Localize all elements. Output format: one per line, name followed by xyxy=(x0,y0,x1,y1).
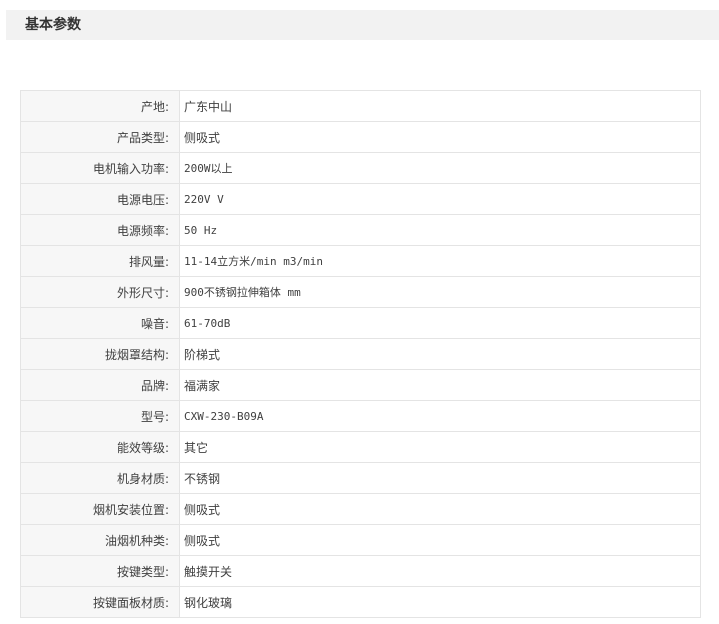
table-row: 外形尺寸: 900不锈钢拉伸箱体 mm xyxy=(20,276,701,308)
param-value: 阶梯式 xyxy=(179,338,701,370)
param-value: 侧吸式 xyxy=(179,524,701,556)
table-row: 按键类型: 触摸开关 xyxy=(20,555,701,587)
param-value: 其它 xyxy=(179,431,701,463)
param-label: 产品类型: xyxy=(20,121,180,153)
param-value: 220V V xyxy=(179,183,701,215)
table-row: 电源电压: 220V V xyxy=(20,183,701,215)
table-row: 排风量: 11-14立方米/min m3/min xyxy=(20,245,701,277)
param-label: 烟机安装位置: xyxy=(20,493,180,525)
param-label: 油烟机种类: xyxy=(20,524,180,556)
param-value: 900不锈钢拉伸箱体 mm xyxy=(179,276,701,308)
params-table: 产地: 广东中山 产品类型: 侧吸式 电机输入功率: 200W以上 电源电压: … xyxy=(20,90,701,618)
table-row: 油烟机种类: 侧吸式 xyxy=(20,524,701,556)
param-label: 按键类型: xyxy=(20,555,180,587)
param-value: 福满家 xyxy=(179,369,701,401)
param-value: 侧吸式 xyxy=(179,493,701,525)
param-value: 61-70dB xyxy=(179,307,701,339)
table-row: 电源频率: 50 Hz xyxy=(20,214,701,246)
param-label: 排风量: xyxy=(20,245,180,277)
param-label: 型号: xyxy=(20,400,180,432)
param-value: 50 Hz xyxy=(179,214,701,246)
param-label: 机身材质: xyxy=(20,462,180,494)
table-row: 品牌: 福满家 xyxy=(20,369,701,401)
param-label: 品牌: xyxy=(20,369,180,401)
param-value: 11-14立方米/min m3/min xyxy=(179,245,701,277)
param-label: 拢烟罩结构: xyxy=(20,338,180,370)
param-value: 200W以上 xyxy=(179,152,701,184)
param-label: 电机输入功率: xyxy=(20,152,180,184)
param-label: 按键面板材质: xyxy=(20,586,180,618)
table-row: 拢烟罩结构: 阶梯式 xyxy=(20,338,701,370)
table-row: 烟机安装位置: 侧吸式 xyxy=(20,493,701,525)
table-row: 电机输入功率: 200W以上 xyxy=(20,152,701,184)
table-row: 产地: 广东中山 xyxy=(20,90,701,122)
param-value: 广东中山 xyxy=(179,90,701,122)
param-value: 侧吸式 xyxy=(179,121,701,153)
param-label: 外形尺寸: xyxy=(20,276,180,308)
param-label: 电源频率: xyxy=(20,214,180,246)
param-value: CXW-230-B09A xyxy=(179,400,701,432)
section-header: 基本参数 xyxy=(6,10,719,40)
table-row: 按键面板材质: 钢化玻璃 xyxy=(20,586,701,618)
param-label: 产地: xyxy=(20,90,180,122)
param-value: 不锈钢 xyxy=(179,462,701,494)
table-row: 机身材质: 不锈钢 xyxy=(20,462,701,494)
table-row: 型号: CXW-230-B09A xyxy=(20,400,701,432)
param-value: 钢化玻璃 xyxy=(179,586,701,618)
table-row: 噪音: 61-70dB xyxy=(20,307,701,339)
table-row: 能效等级: 其它 xyxy=(20,431,701,463)
param-value: 触摸开关 xyxy=(179,555,701,587)
param-label: 电源电压: xyxy=(20,183,180,215)
table-row: 产品类型: 侧吸式 xyxy=(20,121,701,153)
param-label: 噪音: xyxy=(20,307,180,339)
section-title: 基本参数 xyxy=(25,17,81,33)
param-label: 能效等级: xyxy=(20,431,180,463)
